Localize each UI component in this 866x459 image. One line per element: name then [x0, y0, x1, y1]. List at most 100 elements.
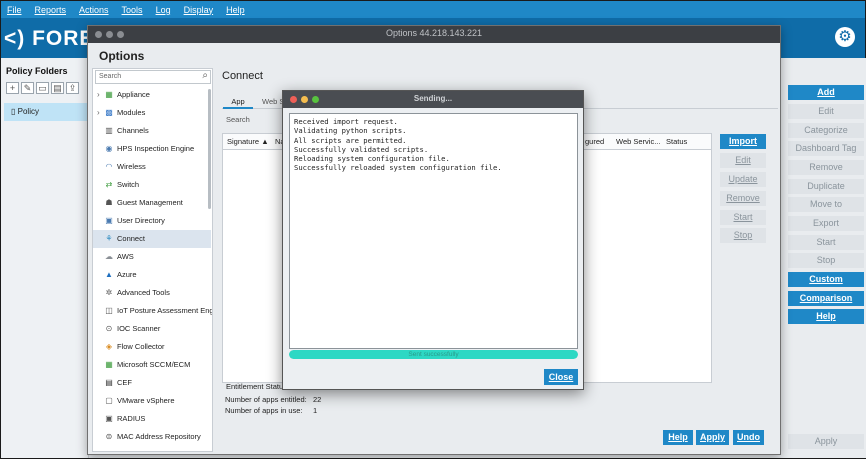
- options-undo-button[interactable]: Undo: [733, 430, 764, 445]
- policy-folder-item[interactable]: ▯ Policy: [4, 103, 88, 121]
- appliance-icon: ▦: [105, 90, 113, 99]
- menu-actions[interactable]: Actions: [79, 5, 109, 15]
- nav-item-appliance[interactable]: › ▦ Appliance: [93, 86, 211, 104]
- sending-dialog: Sending... Received import request. Vali…: [282, 90, 584, 390]
- categorize-button[interactable]: Categorize: [788, 123, 864, 138]
- apps-entitled-value: 22: [313, 395, 322, 404]
- custom-button[interactable]: Custom: [788, 272, 864, 287]
- nav-item-guest-management[interactable]: ☗ Guest Management: [93, 194, 211, 212]
- nav-item-microsoft-sccm[interactable]: ▦ Microsoft SCCM/ECM: [93, 356, 211, 374]
- sending-title: Sending...: [413, 94, 453, 103]
- close-button[interactable]: Close: [544, 369, 578, 385]
- start-app-button[interactable]: Start: [720, 210, 766, 225]
- hps-icon: ◉: [105, 144, 113, 153]
- export-folder-icon[interactable]: ⇪: [66, 82, 79, 94]
- menu-display[interactable]: Display: [184, 5, 214, 15]
- switch-icon: ⇄: [105, 180, 113, 189]
- tab-app[interactable]: App: [223, 95, 253, 109]
- duplicate-button[interactable]: Duplicate: [788, 179, 864, 194]
- options-window-title: Options 44.218.143.221: [385, 28, 483, 38]
- log-line: Reloading system configuration file.: [294, 154, 450, 164]
- remove-app-button[interactable]: Remove: [720, 191, 766, 206]
- nav-item-azure[interactable]: ▲ Azure: [93, 266, 211, 284]
- comparison-button[interactable]: Comparison: [788, 291, 864, 306]
- apply-button[interactable]: Apply: [788, 434, 864, 449]
- sending-progress-bar: Sent successfully: [289, 350, 578, 359]
- log-line: Successfully reloaded system configurati…: [294, 163, 502, 173]
- log-line: All scripts are permitted.: [294, 135, 407, 145]
- apps-in-use-row: Number of apps in use: 1: [225, 406, 317, 415]
- nav-item-channels[interactable]: ▥ Channels: [93, 122, 211, 140]
- nav-item-wireless[interactable]: ◠ Wireless: [93, 158, 211, 176]
- nav-item-cef[interactable]: ▤ CEF: [93, 374, 211, 392]
- add-button[interactable]: Add: [788, 85, 864, 100]
- menu-reports[interactable]: Reports: [35, 5, 67, 15]
- options-apply-button[interactable]: Apply: [696, 430, 729, 445]
- move-folder-icon[interactable]: ▭: [36, 82, 49, 94]
- radius-icon: ▣: [105, 414, 113, 423]
- nav-item-hps-inspection-engine[interactable]: ◉ HPS Inspection Engine: [93, 140, 211, 158]
- start-button[interactable]: Start: [788, 235, 864, 250]
- nav-item-mac-address-repository[interactable]: ⊜ MAC Address Repository: [93, 428, 211, 446]
- column-web-service[interactable]: Web Servic...: [616, 134, 660, 150]
- delete-folder-icon[interactable]: ▤: [51, 82, 64, 94]
- menu-bar: File Reports Actions Tools Log Display H…: [1, 1, 865, 18]
- options-help-button[interactable]: Help: [663, 430, 693, 445]
- help-button[interactable]: Help: [788, 309, 864, 324]
- connect-icon: ⚘: [105, 234, 113, 243]
- nav-item-switch[interactable]: ⇄ Switch: [93, 176, 211, 194]
- nav-item-advanced-tools[interactable]: ✲ Advanced Tools: [93, 284, 211, 302]
- column-status[interactable]: Status: [666, 134, 687, 150]
- update-app-button[interactable]: Update: [720, 172, 766, 187]
- nav-search-placeholder: Search: [99, 73, 122, 80]
- cef-icon: ▤: [105, 378, 113, 387]
- channels-icon: ▥: [105, 126, 113, 135]
- menu-help[interactable]: Help: [226, 5, 245, 15]
- menu-log[interactable]: Log: [156, 5, 171, 15]
- stop-app-button[interactable]: Stop: [720, 228, 766, 243]
- flow-icon: ◈: [105, 342, 113, 351]
- nav-item-modules[interactable]: › ▩ Modules: [93, 104, 211, 122]
- iot-icon: ◫: [105, 306, 113, 315]
- nav-item-connect[interactable]: ⚘ Connect: [93, 230, 211, 248]
- nav-search-input[interactable]: Search ⌕: [95, 70, 211, 84]
- progress-status-text: Sent successfully: [408, 351, 459, 358]
- menu-tools[interactable]: Tools: [122, 5, 143, 15]
- nav-item-iot-posture[interactable]: ◫ IoT Posture Assessment Eng: [93, 302, 212, 320]
- nav-item-radius[interactable]: ▣ RADIUS: [93, 410, 211, 428]
- add-folder-icon[interactable]: +: [6, 82, 19, 94]
- menu-file[interactable]: File: [7, 5, 22, 15]
- policy-folder-label: Policy: [17, 107, 39, 116]
- apps-in-use-label: Number of apps in use:: [225, 406, 303, 415]
- export-button[interactable]: Export: [788, 216, 864, 231]
- import-button[interactable]: Import: [720, 134, 766, 149]
- nav-item-vmware-vsphere[interactable]: ▢ VMware vSphere: [93, 392, 211, 410]
- policy-folders-title: Policy Folders: [6, 66, 68, 76]
- nav-item-aws[interactable]: ☁ AWS: [93, 248, 211, 266]
- chevron-right-icon[interactable]: ›: [97, 104, 100, 122]
- policy-folders-toolbar: + ✎ ▭ ▤ ⇪: [6, 82, 79, 94]
- remove-button[interactable]: Remove: [788, 160, 864, 175]
- column-configured[interactable]: gured: [585, 134, 604, 150]
- column-signature[interactable]: Signature ▲: [227, 134, 269, 150]
- sccm-icon: ▦: [105, 360, 113, 369]
- dashboard-tag-button[interactable]: Dashboard Tag: [788, 141, 864, 156]
- chevron-right-icon[interactable]: ›: [97, 86, 100, 104]
- edit-button[interactable]: Edit: [788, 104, 864, 119]
- policy-icon: ▯: [11, 107, 16, 116]
- nav-item-ioc-scanner[interactable]: ⊙ IOC Scanner: [93, 320, 211, 338]
- mac-icon: ⊜: [105, 432, 113, 441]
- options-nav-tree: Search ⌕ › ▦ Appliance › ▩ Modules ▥ Channels…: [92, 68, 213, 452]
- move-to-button[interactable]: Move to: [788, 197, 864, 212]
- modules-icon: ▩: [105, 108, 113, 117]
- ioc-icon: ⊙: [105, 324, 113, 333]
- connect-search-input[interactable]: Search: [223, 113, 283, 127]
- nav-item-user-directory[interactable]: ▣ User Directory: [93, 212, 211, 230]
- apps-in-use-value: 1: [313, 406, 318, 415]
- edit-folder-icon[interactable]: ✎: [21, 82, 34, 94]
- tools-icon: ✲: [105, 288, 113, 297]
- nav-item-flow-collector[interactable]: ◈ Flow Collector: [93, 338, 211, 356]
- edit-app-button[interactable]: Edit: [720, 153, 766, 168]
- gear-icon[interactable]: ⚙: [835, 27, 855, 47]
- stop-button[interactable]: Stop: [788, 253, 864, 268]
